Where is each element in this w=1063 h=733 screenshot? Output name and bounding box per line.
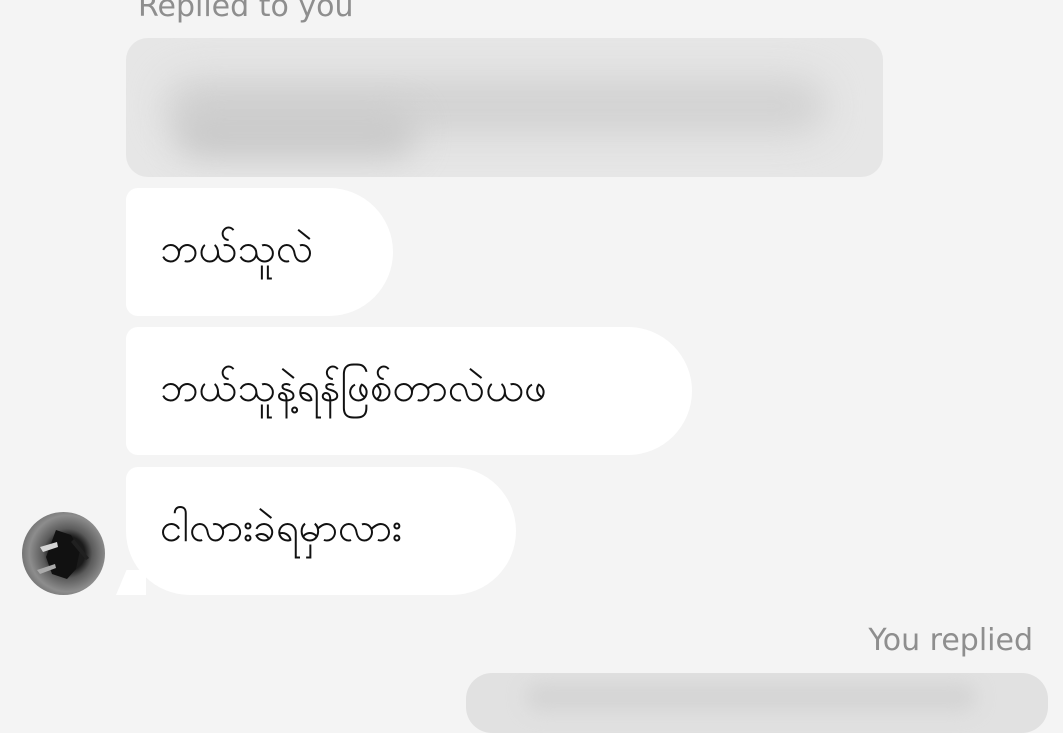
outgoing-reply-bubble[interactable] (466, 673, 1048, 733)
profile-photo-icon (37, 530, 89, 579)
message-text: ဘယ်သူလဲ (160, 225, 314, 272)
message-text: ဘယ်သူနဲ့ရန်ဖြစ်တာလဲယဖ (160, 364, 548, 411)
incoming-message-bubble[interactable]: ငါလားခဲရမှာလား (126, 467, 516, 595)
you-replied-label: You replied (868, 623, 1033, 658)
incoming-message-bubble[interactable]: ဘယ်သူလဲ (126, 188, 393, 316)
sender-avatar[interactable] (22, 512, 105, 595)
message-text: ငါလားခဲရမှာလား (160, 504, 403, 551)
blurred-text-line (176, 108, 416, 158)
blurred-quoted-message[interactable] (126, 38, 883, 177)
incoming-message-bubble[interactable]: ဘယ်သူနဲ့ရန်ဖြစ်တာလဲယဖ (126, 327, 692, 455)
replied-to-you-label: Replied to you (138, 0, 354, 24)
